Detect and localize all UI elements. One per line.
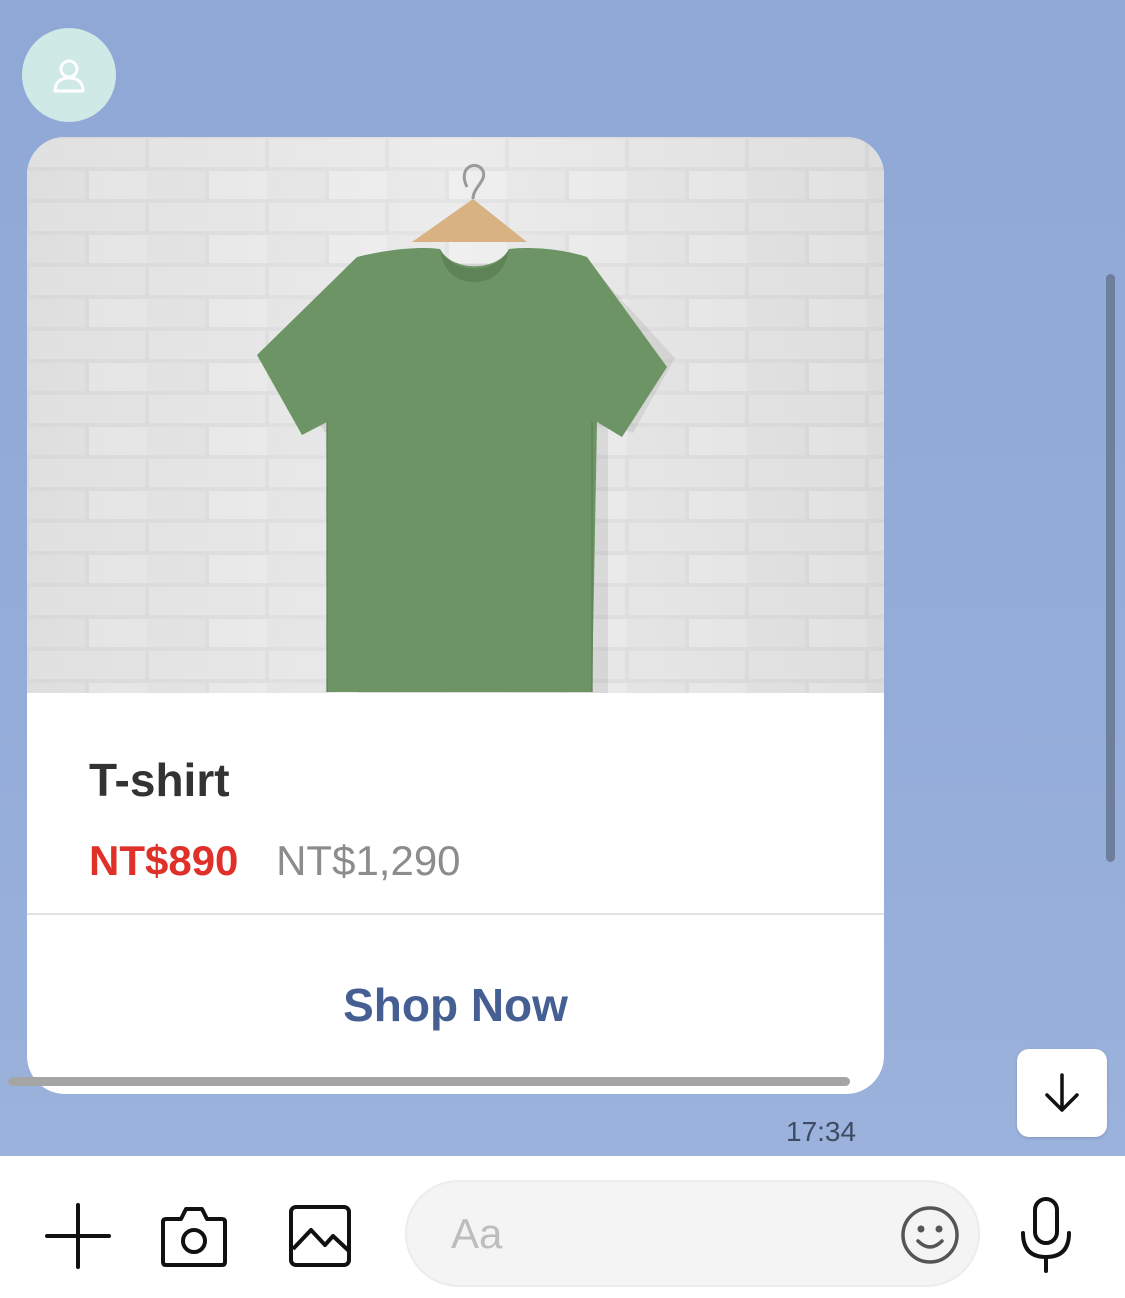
plus-icon	[45, 1203, 111, 1269]
microphone-icon	[1021, 1197, 1071, 1273]
product-title: T-shirt	[89, 754, 230, 806]
camera-button[interactable]	[156, 1198, 232, 1274]
sender-avatar[interactable]	[22, 28, 116, 122]
camera-icon	[161, 1207, 227, 1267]
smiley-icon	[901, 1206, 959, 1264]
product-image[interactable]	[27, 137, 884, 703]
gallery-button[interactable]	[282, 1198, 358, 1274]
chat-area: T-shirt NT$890 NT$1,290 Shop Now 17:34	[0, 0, 1125, 1156]
message-timestamp: 17:34	[786, 1116, 857, 1147]
voice-button[interactable]	[1008, 1192, 1084, 1278]
plus-button[interactable]	[40, 1198, 116, 1274]
tshirt-photo	[27, 137, 884, 703]
horizontal-scrollbar[interactable]	[8, 1077, 850, 1086]
image-icon	[289, 1205, 351, 1267]
vertical-scrollbar[interactable]	[1106, 274, 1115, 862]
price-row: NT$890 NT$1,290	[89, 837, 461, 885]
message-input-container	[405, 1180, 980, 1287]
scroll-to-bottom-button[interactable]	[1017, 1049, 1107, 1137]
sale-price: NT$890	[89, 837, 239, 884]
message-input[interactable]	[451, 1204, 871, 1264]
user-icon	[53, 59, 85, 93]
arrow-down-icon	[1045, 1073, 1079, 1112]
emoji-button[interactable]	[899, 1204, 961, 1266]
original-price: NT$1,290	[276, 837, 461, 884]
product-card: T-shirt NT$890 NT$1,290 Shop Now	[27, 137, 884, 1094]
shop-now-button[interactable]: Shop Now	[27, 915, 884, 1094]
